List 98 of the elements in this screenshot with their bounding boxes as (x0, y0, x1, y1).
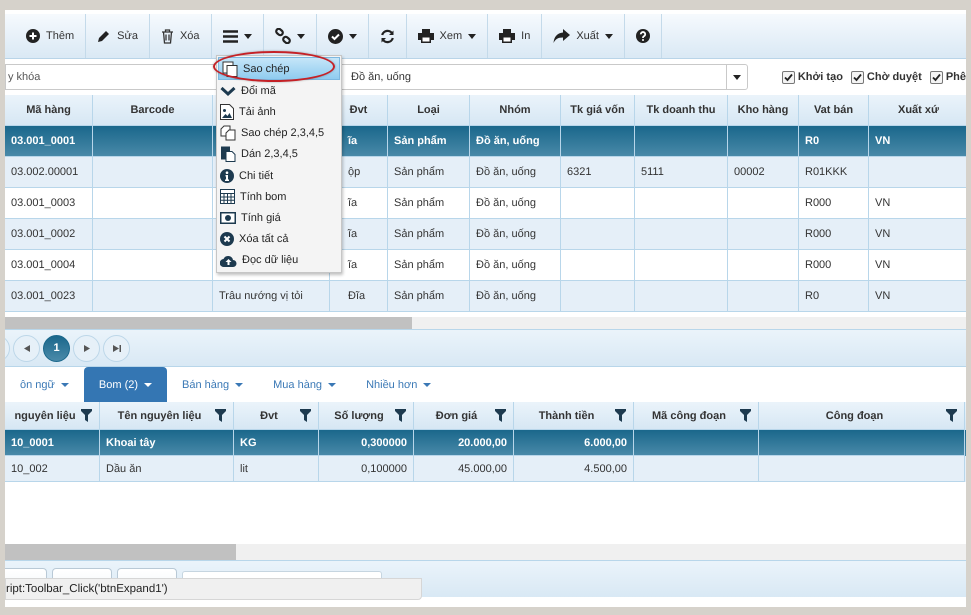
table-row[interactable]: 10_0001 Khoai tây KG 0,300000 20.000,00 6.000,00 (5, 430, 966, 456)
checkbox[interactable] (930, 70, 943, 84)
header-label: Barcode (130, 104, 175, 116)
table-cell: 10_002 (5, 456, 100, 482)
header-label: Mã hàng (26, 104, 71, 116)
table-cell: Trâu nướng vị tỏi (213, 281, 330, 312)
table-cell: 0,100000 (319, 456, 414, 482)
header-label: Xuất xứ (898, 104, 939, 116)
header-label: Loại (417, 104, 440, 116)
share-arrow-icon (553, 29, 570, 43)
toolbar-button[interactable]: Xem (406, 14, 488, 58)
checkbox-label: Khởi tạo (798, 71, 843, 83)
table-cell: Dầu ăn (100, 456, 234, 482)
header-label: Nhóm (499, 104, 531, 116)
header-label: Đơn giá (436, 410, 478, 422)
table-cell: 4.500,00 (514, 456, 634, 482)
caret-icon (348, 34, 357, 38)
header-label: Tên nguyên liệu (118, 410, 202, 422)
image-file-icon (220, 104, 234, 120)
table-cell: Đĩa (330, 281, 388, 312)
header-label: Đvt (260, 410, 278, 422)
tab[interactable]: Nhiều hơn (351, 367, 446, 402)
checkbox[interactable] (782, 70, 795, 84)
filter-icon[interactable] (740, 409, 751, 422)
printer-icon (499, 29, 516, 43)
trash-icon (160, 28, 174, 44)
copy-icon (222, 60, 238, 77)
info-icon (220, 168, 234, 183)
next-page-button[interactable] (73, 334, 100, 362)
filter-icon[interactable] (946, 409, 957, 422)
money-icon (220, 212, 236, 224)
cloud-upload-icon (220, 254, 237, 267)
checkbox[interactable] (850, 70, 864, 84)
header-label: nguyên liệu (14, 410, 76, 422)
menu-item[interactable]: Sao chép (218, 57, 340, 80)
table-cell: lit (234, 456, 319, 482)
table-cell: Sản phẩm (388, 281, 470, 312)
caret-icon (296, 34, 305, 38)
caret-icon (732, 74, 741, 80)
paste-icon (220, 146, 236, 162)
next-icon (84, 344, 90, 352)
table-cell: VN (869, 281, 966, 312)
filter-icon[interactable] (81, 409, 92, 422)
plus-circle-icon (26, 29, 40, 43)
copy-icon (220, 125, 236, 142)
table-row[interactable]: 03.001_0023 Trâu nướng vị tỏi Đĩa Sản phẩm Đồ ăn, uống R0 VN (5, 281, 966, 312)
previous-page-button[interactable] (13, 334, 40, 362)
table-cell (728, 281, 799, 312)
delete-circle-icon (220, 232, 234, 246)
toolbar-button[interactable]: Xuất (542, 14, 625, 58)
table-cell: 03.001_0023 (5, 281, 93, 312)
toolbar-button[interactable]: In (488, 14, 542, 58)
header-label: Thành tiền (538, 410, 594, 422)
caret-icon (604, 34, 613, 38)
filter-icon[interactable] (395, 409, 406, 422)
chevron-down-icon (220, 84, 236, 97)
table-cell: Đồ ăn, uống (470, 281, 561, 312)
table-cell: 45.000,00 (414, 456, 514, 482)
refresh-icon (380, 28, 395, 44)
checkbox-label: Chờ duyệt (866, 71, 922, 83)
caret-icon (468, 34, 476, 38)
tab[interactable]: ôn ngữ (5, 367, 84, 402)
printer-icon (418, 29, 434, 43)
header-label: Số lượng (334, 410, 384, 422)
last-page-icon (112, 344, 120, 352)
link-icon (274, 28, 291, 44)
header-label: Mã công đoạn (652, 410, 726, 422)
page-button[interactable]: 1 (43, 334, 70, 362)
filter-icon[interactable] (495, 409, 506, 422)
filter-icon[interactable] (615, 409, 626, 422)
header-label: Công đoạn (826, 410, 884, 422)
header-label: Vat bán (814, 104, 854, 116)
header-label: Tk giá vốn (570, 104, 625, 116)
scrollbar-thumb[interactable] (5, 317, 412, 329)
toolbar-button[interactable]: Thêm (15, 14, 86, 58)
filter-icon[interactable] (215, 409, 226, 422)
header-label: Tk doanh thu (646, 104, 716, 116)
filter-icon[interactable] (300, 409, 311, 422)
caret-icon (244, 34, 252, 38)
tab[interactable]: Bom (2) (84, 367, 168, 402)
table-cell: R0 (799, 281, 869, 312)
toolbar-button[interactable]: Xóa (150, 14, 212, 58)
tab[interactable]: Mua hàng (258, 367, 352, 402)
header-label: Đvt (350, 104, 368, 116)
tab[interactable]: Bán hàng (167, 367, 258, 402)
header-label: Kho hàng (738, 104, 788, 116)
help-icon (636, 29, 650, 43)
status-tooltip: ript:Toolbar_Click('btnExpand1') (5, 578, 422, 600)
menu-icon (222, 30, 238, 42)
pencil-icon (97, 29, 112, 43)
checkbox-label: Phê (946, 71, 966, 83)
table-row[interactable]: 10_002 Dầu ăn lit 0,100000 45.000,00 4.500,00 (5, 456, 966, 482)
check-circle-icon (328, 28, 343, 44)
toolbar-button[interactable]: Sửa (86, 14, 150, 58)
previous-icon (24, 344, 30, 352)
scrollbar-thumb[interactable] (5, 544, 236, 560)
calculator-icon (220, 189, 235, 204)
last-page-button[interactable] (103, 334, 130, 362)
